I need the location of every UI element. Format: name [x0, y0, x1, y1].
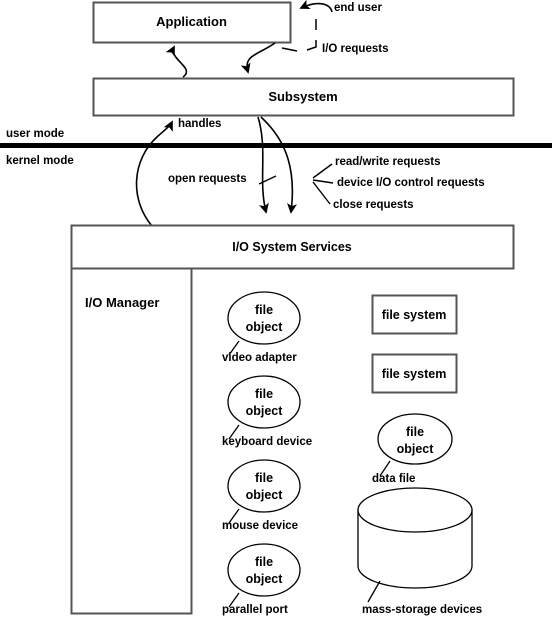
- open-requests-leader: [258, 175, 277, 185]
- io-manager-box: [70, 267, 193, 615]
- file-system-box-2-label: file system: [381, 367, 447, 381]
- read-write-requests-leader: [312, 163, 333, 179]
- kernel-mode-label: kernel mode: [6, 155, 74, 167]
- read-write-requests-label: read/write requests: [335, 156, 441, 168]
- file-object-1-line1: file: [254, 303, 274, 317]
- file-object-ellipse-3: [227, 459, 301, 513]
- file-object-ellipse-1: [227, 291, 301, 345]
- subsystem-box-label: Subsystem: [268, 89, 338, 104]
- parallel-port-caption: parallel port: [222, 604, 288, 616]
- keyboard-device-caption: keyboard device: [222, 436, 313, 448]
- handles-label: handles: [178, 118, 222, 130]
- video-adapter-caption: video adapter: [222, 352, 297, 364]
- io-requests-label: I/O requests: [322, 43, 389, 55]
- file-object-1-line2: object: [245, 320, 283, 334]
- file-system-box-1-label: file system: [381, 308, 447, 322]
- file-object-2-line2: object: [245, 404, 283, 418]
- file-object-ellipse-2: [227, 375, 301, 429]
- device-io-control-requests-leader: [312, 179, 334, 184]
- device-io-control-requests-label: device I/O control requests: [337, 177, 485, 189]
- close-requests-leader: [312, 181, 331, 205]
- application-box-label: Application: [156, 14, 227, 29]
- mass-storage-devices-caption: mass-storage devices: [362, 604, 483, 616]
- file-object-5-line2: object: [396, 442, 434, 456]
- file-object-4-line1: file: [254, 555, 274, 569]
- end-user-label: end user: [334, 2, 382, 14]
- end-user-arrow: [299, 0, 333, 13]
- file-object-3-line2: object: [245, 488, 283, 502]
- file-object-2-line1: file: [254, 387, 274, 401]
- mass-storage-devices-leader: [367, 580, 381, 603]
- mouse-device-caption: mouse device: [222, 520, 299, 532]
- open-requests-label: open requests: [168, 173, 247, 185]
- handles-arrow: [135, 120, 173, 227]
- mass-storage-cylinder: [357, 487, 473, 589]
- close-requests-label: close requests: [333, 199, 414, 211]
- io-system-services-box-label: I/O System Services: [232, 240, 352, 254]
- io-manager-box-label: I/O Manager: [85, 295, 160, 310]
- io-system-architecture-diagram: Application Subsystem I/O System Service…: [0, 0, 552, 620]
- open-requests-arrow: [257, 116, 269, 214]
- application-to-subsystem-arrow: [240, 42, 276, 74]
- user-mode-label: user mode: [6, 128, 65, 140]
- subsystem-to-application-arrow: [165, 45, 188, 78]
- file-object-3-line1: file: [254, 471, 274, 485]
- file-object-4-line2: object: [245, 572, 283, 586]
- io-control-requests-arrow: [260, 116, 298, 214]
- data-file-caption: data file: [372, 473, 416, 485]
- file-object-5-line1: file: [405, 425, 425, 439]
- file-object-ellipse-4: [227, 543, 301, 597]
